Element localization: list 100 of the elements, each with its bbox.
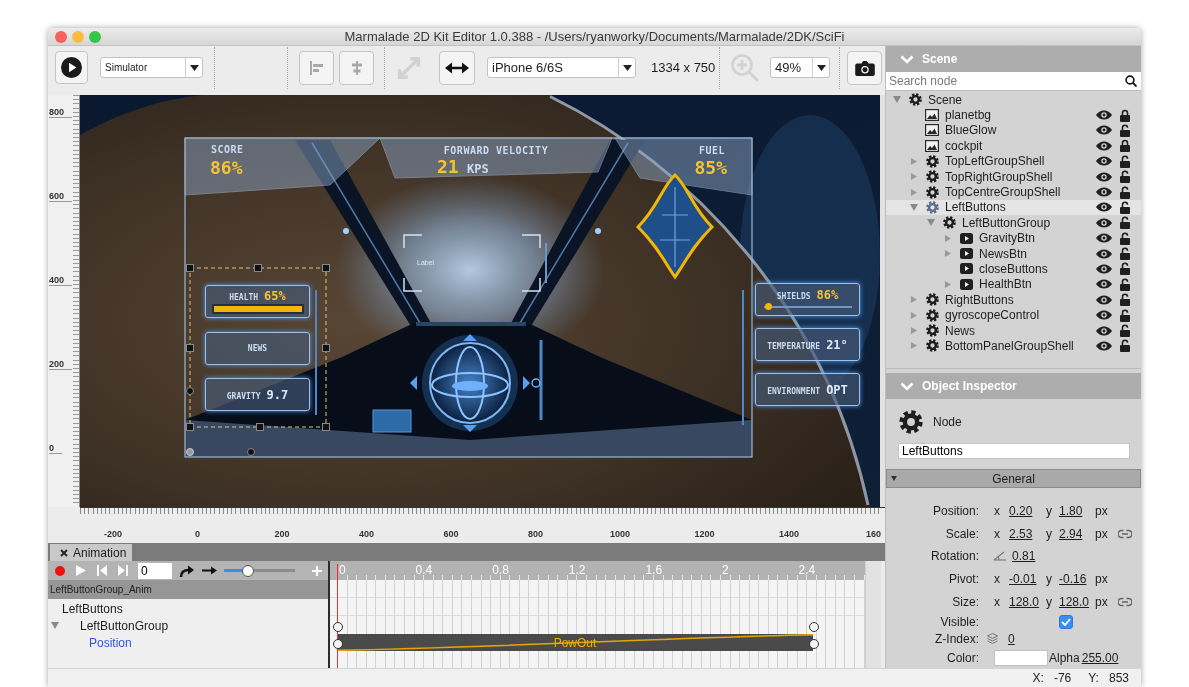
target-dropdown[interactable]: Simulator (100, 57, 203, 78)
hud-panel[interactable]: SHIELDS 86% (755, 283, 860, 316)
screenshot-button[interactable] (847, 50, 882, 85)
color-swatch[interactable] (994, 650, 1048, 666)
device-dropdown[interactable]: iPhone 6/6S (487, 57, 636, 78)
eye-icon[interactable] (1096, 202, 1112, 213)
eye-icon[interactable] (1096, 325, 1112, 336)
eye-icon[interactable] (1096, 248, 1112, 259)
unlocked-icon[interactable] (1120, 262, 1130, 276)
hud-panel[interactable]: NEWS (205, 331, 310, 365)
search-field[interactable]: Search node (886, 72, 1121, 90)
number-field[interactable]: 0.81 (1012, 549, 1045, 563)
hud-panel[interactable]: TEMPERATURE 21° (755, 328, 860, 361)
tree-item[interactable]: GravityBtn (886, 230, 1141, 246)
unlocked-icon[interactable] (1120, 324, 1130, 338)
caret-down-icon[interactable] (51, 622, 59, 629)
lock-icon[interactable] (1120, 139, 1130, 153)
eye-icon[interactable] (1096, 233, 1112, 244)
unlocked-icon[interactable] (1120, 231, 1130, 245)
anchor-handle[interactable] (186, 387, 194, 395)
tree-item[interactable]: planetbg (886, 107, 1141, 123)
tree-item[interactable]: closeButtons (886, 261, 1141, 277)
unlocked-icon[interactable] (1120, 339, 1130, 353)
selection-handle[interactable] (256, 423, 264, 431)
tree-item[interactable]: cockpit (886, 138, 1141, 154)
unlocked-icon[interactable] (1120, 154, 1130, 168)
node-track[interactable]: LeftButtonGroup (80, 618, 169, 633)
eye-icon[interactable] (1096, 279, 1112, 290)
slider-thumb[interactable] (241, 564, 254, 577)
redo-icon[interactable] (179, 564, 194, 577)
close-icon[interactable] (60, 548, 68, 557)
property-track[interactable]: Position (89, 631, 132, 654)
tree-item[interactable]: TopLeftGroupShell (886, 153, 1141, 169)
unlocked-icon[interactable] (1120, 308, 1130, 322)
eye-icon[interactable] (1096, 156, 1112, 167)
run-button[interactable] (55, 51, 88, 84)
selection-handle[interactable] (186, 344, 194, 352)
eye-icon[interactable] (1096, 340, 1112, 351)
eye-icon[interactable] (1096, 140, 1112, 151)
tree-item[interactable]: TopRightGroupShell (886, 168, 1141, 185)
tree-item[interactable]: TopCentreGroupShell (886, 184, 1141, 200)
unlocked-icon[interactable] (1120, 216, 1130, 230)
unlocked-icon[interactable] (1120, 277, 1130, 291)
eye-icon[interactable] (1096, 171, 1112, 182)
selection-handle[interactable] (322, 264, 330, 272)
animation-tab[interactable]: Animation (50, 544, 132, 561)
tree-item[interactable]: HealthBtn (886, 276, 1141, 293)
number-field[interactable]: 2.53 (1009, 526, 1042, 541)
number-field[interactable]: 0 (1008, 631, 1041, 646)
selection-handle[interactable] (254, 264, 262, 272)
anchor-handle[interactable] (247, 448, 255, 456)
selection-handle[interactable] (186, 423, 194, 431)
unlocked-icon[interactable] (1120, 123, 1130, 137)
unlocked-icon[interactable] (1120, 185, 1130, 199)
hud-panel[interactable]: ENVIRONMENT OPT (755, 373, 860, 406)
tree-item[interactable]: BottomPanelGroupShell (886, 338, 1141, 354)
selection-handle[interactable] (322, 344, 330, 352)
tree-item[interactable]: LeftButtonGroup (886, 215, 1141, 231)
slider-track[interactable] (763, 303, 852, 310)
eye-icon[interactable] (1096, 294, 1112, 305)
hud-panel[interactable]: HEALTH 65% (205, 285, 310, 318)
frame-field[interactable]: 0 (138, 562, 172, 579)
unlocked-icon[interactable] (1120, 247, 1130, 261)
selection-handle[interactable] (186, 264, 194, 272)
slider-thumb[interactable] (765, 303, 773, 310)
link-icon[interactable] (1117, 528, 1132, 539)
hud-panel[interactable]: GRAVITY 9.7 (205, 378, 310, 411)
lock-icon[interactable] (1120, 108, 1130, 122)
unlocked-icon[interactable] (1120, 293, 1130, 307)
search-button[interactable] (1121, 72, 1141, 90)
tree-item[interactable]: News (886, 322, 1141, 339)
number-field[interactable]: -0.16 (1059, 571, 1092, 586)
tree-item[interactable]: Scene (886, 92, 1141, 108)
eye-icon[interactable] (1096, 110, 1112, 121)
zoom-dropdown[interactable]: 49% (770, 57, 830, 78)
stretch-button[interactable] (439, 50, 475, 85)
caret-down-icon[interactable] (910, 203, 918, 211)
tree-item[interactable]: LeftButtons (886, 199, 1141, 216)
arrow-right-icon[interactable] (202, 566, 217, 575)
eye-icon[interactable] (1096, 125, 1112, 136)
tree-item[interactable]: BlueGlow (886, 122, 1141, 139)
number-field[interactable]: 128.0 (1009, 594, 1042, 609)
number-field[interactable]: 128.0 (1059, 594, 1092, 609)
eye-icon[interactable] (1096, 187, 1112, 198)
scrollbar-track[interactable] (865, 561, 881, 668)
eye-icon[interactable] (1096, 217, 1112, 228)
link-icon[interactable] (1117, 596, 1132, 607)
tree-item[interactable]: gyroscopeControl (886, 307, 1141, 323)
selection-handle[interactable] (322, 423, 330, 431)
number-field[interactable]: 255.00 (1081, 651, 1119, 665)
number-field[interactable]: -0.01 (1009, 571, 1042, 586)
tree-item[interactable]: NewsBtn (886, 245, 1141, 262)
anchor-handle[interactable] (186, 448, 194, 456)
number-field[interactable]: 1.80 (1059, 503, 1092, 518)
eye-icon[interactable] (1096, 264, 1112, 274)
unlocked-icon[interactable] (1120, 170, 1130, 184)
eye-icon[interactable] (1096, 310, 1112, 321)
tree-item[interactable]: RightButtons (886, 292, 1141, 308)
node-track[interactable]: LeftButtons (62, 601, 123, 616)
number-field[interactable]: 2.94 (1059, 526, 1092, 541)
